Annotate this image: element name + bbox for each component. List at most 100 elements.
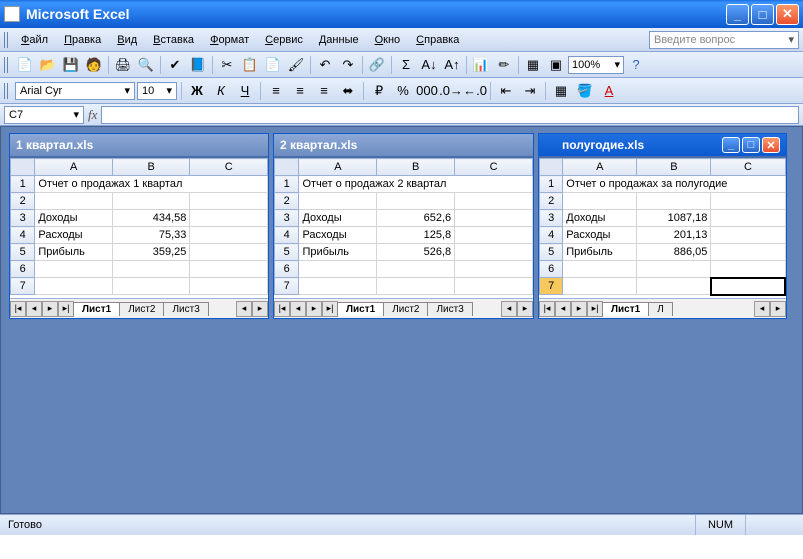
- scroll-left-icon[interactable]: ◂: [501, 301, 517, 317]
- cell[interactable]: [35, 278, 113, 295]
- grip-icon[interactable]: [4, 83, 9, 99]
- workbook-titlebar[interactable]: полугодие.xls_□✕: [539, 134, 786, 156]
- copy-button[interactable]: 📋: [239, 54, 261, 76]
- cell[interactable]: 886,05: [637, 244, 711, 261]
- tab-next-icon[interactable]: ▸: [306, 301, 322, 317]
- sheet-tab[interactable]: Лист1: [73, 302, 120, 316]
- drawing-button[interactable]: ✏: [493, 54, 515, 76]
- cell[interactable]: [377, 193, 455, 210]
- cell[interactable]: [35, 193, 113, 210]
- cell[interactable]: [190, 210, 268, 227]
- row-header[interactable]: 3: [275, 210, 299, 227]
- cell[interactable]: Расходы: [563, 227, 637, 244]
- cut-button[interactable]: ✂: [216, 54, 238, 76]
- window-button[interactable]: ▣: [545, 54, 567, 76]
- tab-first-icon[interactable]: |◂: [10, 301, 26, 317]
- col-header[interactable]: C: [455, 159, 533, 176]
- row-header[interactable]: 7: [11, 278, 35, 295]
- grip-icon[interactable]: [4, 57, 9, 73]
- cell[interactable]: 201,13: [637, 227, 711, 244]
- research-button[interactable]: 📘: [187, 54, 209, 76]
- cell[interactable]: [711, 227, 785, 244]
- close-button[interactable]: ✕: [762, 137, 780, 153]
- cell[interactable]: 434,58: [112, 210, 190, 227]
- font-color-button[interactable]: A: [598, 80, 620, 102]
- scroll-right-icon[interactable]: ▸: [770, 301, 786, 317]
- close-button[interactable]: ✕: [776, 4, 799, 25]
- save-button[interactable]: 💾: [60, 54, 82, 76]
- sort-asc-button[interactable]: A↓: [418, 54, 440, 76]
- chevron-down-icon[interactable]: ▾: [166, 84, 172, 97]
- cell[interactable]: Прибыль: [563, 244, 637, 261]
- cell[interactable]: Расходы: [299, 227, 377, 244]
- row-header[interactable]: 7: [275, 278, 299, 295]
- col-header[interactable]: B: [377, 159, 455, 176]
- cell[interactable]: Прибыль: [35, 244, 113, 261]
- menu-правка[interactable]: Правка: [56, 31, 109, 49]
- new-button[interactable]: 📄: [14, 54, 36, 76]
- permission-button[interactable]: 🧑: [83, 54, 105, 76]
- cell[interactable]: [455, 261, 533, 278]
- cell[interactable]: 652,6: [377, 210, 455, 227]
- ask-question-box[interactable]: Введите вопрос ▾: [649, 31, 799, 49]
- row-header[interactable]: 7: [540, 278, 563, 295]
- cell[interactable]: Доходы: [563, 210, 637, 227]
- col-header[interactable]: A: [299, 159, 377, 176]
- scroll-right-icon[interactable]: ▸: [517, 301, 533, 317]
- row-header[interactable]: 4: [540, 227, 563, 244]
- grip-icon[interactable]: [4, 32, 9, 48]
- row-header[interactable]: 5: [11, 244, 35, 261]
- cell[interactable]: [711, 193, 785, 210]
- cell[interactable]: 1087,18: [637, 210, 711, 227]
- row-header[interactable]: 6: [540, 261, 563, 278]
- cell[interactable]: [112, 278, 190, 295]
- sheet-tab[interactable]: Лист3: [427, 302, 472, 316]
- cell[interactable]: [190, 278, 268, 295]
- sheet-tab[interactable]: Лист2: [119, 302, 164, 316]
- zoom-combo[interactable]: 100% ▾: [568, 56, 624, 74]
- scroll-left-icon[interactable]: ◂: [754, 301, 770, 317]
- cell[interactable]: [563, 193, 637, 210]
- menu-справка[interactable]: Справка: [408, 31, 467, 49]
- cell[interactable]: Расходы: [35, 227, 113, 244]
- row-header[interactable]: 5: [275, 244, 299, 261]
- italic-button[interactable]: К: [210, 80, 232, 102]
- row-header[interactable]: 4: [11, 227, 35, 244]
- borders-button[interactable]: ▦: [550, 80, 572, 102]
- row-header[interactable]: 5: [540, 244, 563, 261]
- redo-button[interactable]: ↷: [337, 54, 359, 76]
- row-header[interactable]: 6: [275, 261, 299, 278]
- font-combo[interactable]: Arial Cyr ▾: [15, 82, 135, 100]
- decrease-decimal-button[interactable]: ←.0: [464, 80, 486, 102]
- cell[interactable]: Доходы: [299, 210, 377, 227]
- cell[interactable]: [637, 278, 711, 295]
- increase-indent-button[interactable]: ⇥: [519, 80, 541, 102]
- chevron-down-icon[interactable]: ▾: [614, 58, 620, 71]
- cell[interactable]: Отчет о продажах 1 квартал: [35, 176, 268, 193]
- align-left-button[interactable]: ≡: [265, 80, 287, 102]
- tab-first-icon[interactable]: |◂: [539, 301, 555, 317]
- format-painter-button[interactable]: 🖌: [285, 54, 307, 76]
- help-button[interactable]: ?: [625, 54, 647, 76]
- pivottable-button[interactable]: ▦: [522, 54, 544, 76]
- cell[interactable]: 526,8: [377, 244, 455, 261]
- cell[interactable]: 359,25: [112, 244, 190, 261]
- maximize-button[interactable]: □: [742, 137, 760, 153]
- workbook-window[interactable]: 1 квартал.xlsABC1Отчет о продажах 1 квар…: [9, 133, 269, 319]
- paste-button[interactable]: 📄: [262, 54, 284, 76]
- sheet-tab[interactable]: Лист2: [383, 302, 428, 316]
- cell[interactable]: [455, 210, 533, 227]
- print-button[interactable]: 🖨: [112, 54, 134, 76]
- minimize-button[interactable]: _: [722, 137, 740, 153]
- col-header[interactable]: A: [563, 159, 637, 176]
- workbook-titlebar[interactable]: 1 квартал.xls: [10, 134, 268, 156]
- cell[interactable]: Отчет о продажах за полугодие: [563, 176, 785, 193]
- menu-окно[interactable]: Окно: [367, 31, 409, 49]
- cell[interactable]: [377, 261, 455, 278]
- scroll-right-icon[interactable]: ▸: [252, 301, 268, 317]
- cell[interactable]: [711, 244, 785, 261]
- hyperlink-button[interactable]: 🔗: [366, 54, 388, 76]
- chevron-down-icon[interactable]: ▾: [73, 108, 79, 121]
- workbook-window[interactable]: 2 квартал.xlsABC1Отчет о продажах 2 квар…: [273, 133, 534, 319]
- cell[interactable]: [455, 278, 533, 295]
